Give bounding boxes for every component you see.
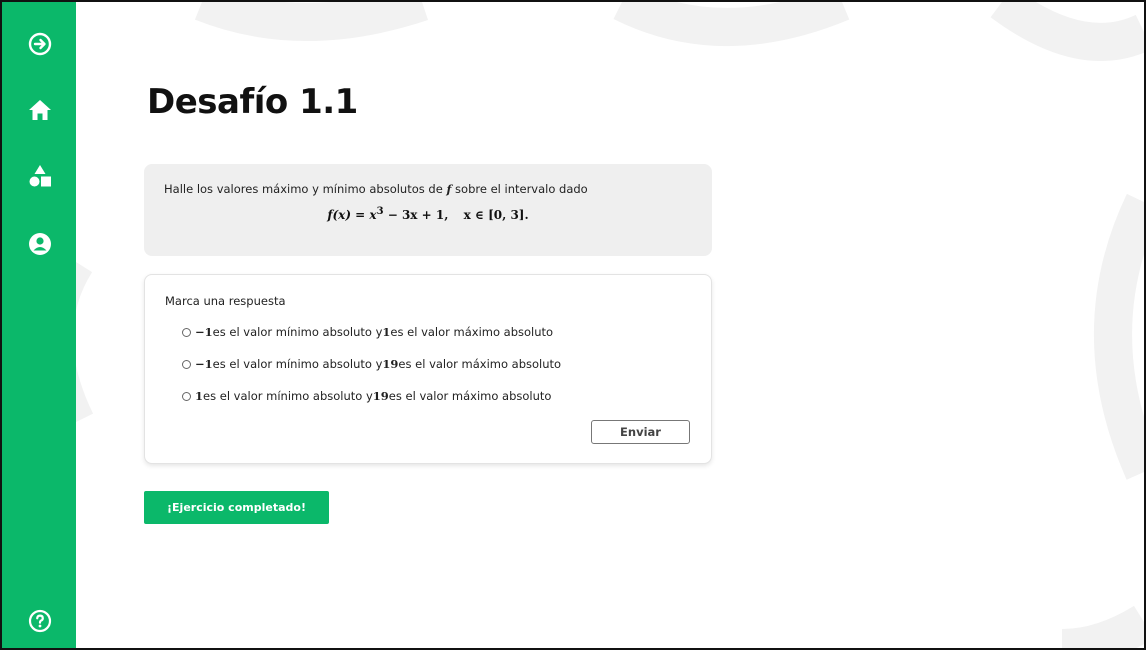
option-text: es el valor mínimo absoluto y <box>212 357 383 371</box>
formula-rest: − 3x + 1, <box>383 208 449 222</box>
user-circle-icon[interactable] <box>27 231 53 257</box>
shapes-icon[interactable] <box>27 163 53 189</box>
page-frame: Desafío 1.1 Halle los valores máximo y m… <box>0 0 1146 650</box>
option-max-value: 19 <box>372 389 389 403</box>
option-text-end: es el valor máximo absoluto <box>398 357 562 371</box>
option-min-value: −1 <box>195 325 213 339</box>
option-text: es el valor mínimo absoluto y <box>203 389 373 403</box>
radio-button[interactable] <box>182 359 191 369</box>
arrow-circle-right-icon[interactable] <box>27 31 53 57</box>
option-min-value: −1 <box>195 357 213 371</box>
exercise-completed-button[interactable]: ¡Ejercicio completado! <box>144 491 329 524</box>
sidebar <box>2 2 76 648</box>
option-text: es el valor mínimo absoluto y <box>212 325 383 339</box>
answer-prompt: Marca una respuesta <box>165 294 286 308</box>
option-min-value: 1 <box>195 389 204 403</box>
problem-text-before: Halle los valores máximo y mínimo absolu… <box>164 182 447 196</box>
page-title: Desafío 1.1 <box>147 82 358 122</box>
answer-option-2[interactable]: −1 es el valor mínimo absoluto y 19 es e… <box>182 357 561 371</box>
formula-exponent: 3 <box>376 206 384 217</box>
answer-option-1[interactable]: −1 es el valor mínimo absoluto y 1 es el… <box>182 325 553 339</box>
answer-option-3[interactable]: 1 es el valor mínimo absoluto y 19 es el… <box>182 389 551 403</box>
home-icon[interactable] <box>27 97 53 123</box>
problem-statement: Halle los valores máximo y mínimo absolu… <box>144 164 712 256</box>
answer-card: Marca una respuesta −1 es el valor mínim… <box>144 274 712 464</box>
option-text-end: es el valor máximo absoluto <box>388 389 552 403</box>
submit-button[interactable]: Enviar <box>591 420 690 444</box>
help-circle-icon[interactable] <box>27 608 53 634</box>
formula-domain: x ∈ [0, 3]. <box>463 208 529 222</box>
option-max-value: 19 <box>382 357 399 371</box>
radio-button[interactable] <box>182 391 191 401</box>
problem-text: Halle los valores máximo y mínimo absolu… <box>164 182 588 196</box>
option-max-value: 1 <box>382 325 391 339</box>
radio-button[interactable] <box>182 327 191 337</box>
formula-fx: f(x) = x <box>327 208 377 222</box>
option-text-end: es el valor máximo absoluto <box>390 325 554 339</box>
problem-text-after: sobre el intervalo dado <box>451 182 588 196</box>
function-formula: f(x) = x3 − 3x + 1, x ∈ [0, 3]. <box>144 206 712 222</box>
